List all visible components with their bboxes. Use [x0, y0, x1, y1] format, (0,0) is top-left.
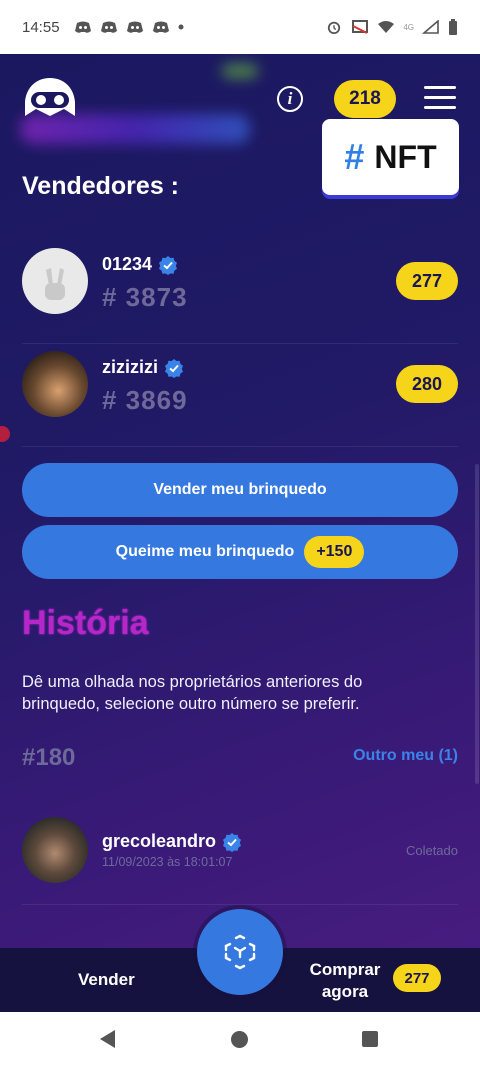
verified-badge-icon: [165, 358, 184, 378]
blurred-decoration: [222, 64, 258, 78]
ar-cube-icon: [224, 934, 256, 970]
seller-price[interactable]: 277: [396, 262, 458, 300]
nft-label: NFT: [374, 138, 437, 175]
seller-row[interactable]: zizizizi # 3869 280: [22, 351, 458, 447]
status-time: 14:55: [22, 18, 60, 36]
discord-icon: [100, 21, 117, 33]
verified-badge-icon: [223, 832, 242, 852]
home-icon[interactable]: [231, 1031, 248, 1048]
owner-row[interactable]: grecoleandro 11/09/2023 às 18:01:07 Cole…: [22, 817, 458, 905]
other-token-link[interactable]: Outro meu (1): [353, 747, 458, 765]
cast-icon: [352, 20, 369, 34]
recent-apps-icon[interactable]: [362, 1031, 378, 1047]
android-nav-bar: [0, 1012, 480, 1066]
owner-username: grecoleandro: [102, 831, 217, 851]
burn-toy-label: Queime meu brinquedo: [115, 543, 295, 560]
network-type: 4G: [403, 22, 414, 32]
signal-icon: [422, 20, 439, 34]
info-icon[interactable]: i: [277, 86, 303, 112]
avatar: [22, 817, 88, 883]
hamburger-menu-icon[interactable]: [424, 86, 456, 110]
history-title: História: [22, 604, 149, 642]
alarm-icon: [328, 21, 341, 34]
battery-icon: [449, 19, 457, 35]
verified-badge-icon: [159, 255, 178, 275]
seller-username: 01234: [102, 254, 153, 274]
dot-icon: [178, 24, 184, 30]
points-badge[interactable]: 218: [334, 80, 396, 118]
seller-token-code: # 3873: [102, 282, 188, 312]
app-logo-icon[interactable]: [22, 76, 78, 122]
notification-icons: [74, 20, 184, 34]
sell-tab[interactable]: Vender: [78, 970, 135, 990]
seller-name: 01234: [102, 254, 178, 275]
avatar: [22, 248, 88, 314]
owner-status: Coletado: [405, 843, 458, 858]
status-bar: 14:55 4G: [0, 0, 480, 54]
owner-date: 11/09/2023 às 18:01:07: [102, 855, 233, 869]
buy-price-badge[interactable]: 277: [393, 964, 441, 992]
seller-username: zizizizi: [102, 357, 159, 377]
burn-toy-button[interactable]: Queime meu brinquedo +150: [22, 525, 458, 579]
sellers-title: Vendedores :: [22, 172, 179, 200]
seller-name: zizizizi: [102, 357, 184, 378]
owner-name: grecoleandro: [102, 831, 242, 852]
sell-toy-button[interactable]: Vender meu brinquedo: [22, 463, 458, 517]
discord-icon: [152, 21, 169, 33]
edge-indicator: [0, 426, 10, 442]
history-description: Dê uma olhada nos proprietários anterior…: [22, 673, 363, 713]
seller-row[interactable]: 01234 # 3873 277: [22, 248, 458, 344]
app-screen: i 218 # NFT Vendedores : 01234 # 3873 27…: [0, 54, 480, 1012]
sell-toy-label: Vender meu brinquedo: [153, 481, 327, 498]
discord-icon: [74, 21, 91, 33]
buy-now-button[interactable]: Comprar agora: [302, 959, 388, 1003]
nft-hash: #: [344, 136, 365, 177]
burn-bonus-badge: +150: [304, 536, 365, 568]
back-icon[interactable]: [100, 1030, 115, 1048]
seller-token-code: # 3869: [102, 385, 188, 415]
scrollbar[interactable]: [475, 464, 479, 784]
wifi-icon: [378, 21, 395, 33]
ar-view-button[interactable]: [197, 909, 283, 995]
avatar: [22, 351, 88, 417]
seller-price[interactable]: 280: [396, 365, 458, 403]
nft-button[interactable]: # NFT: [322, 119, 459, 195]
peace-hand-icon: [45, 268, 65, 300]
history-token-number: #180: [22, 744, 76, 771]
discord-icon: [126, 21, 143, 33]
